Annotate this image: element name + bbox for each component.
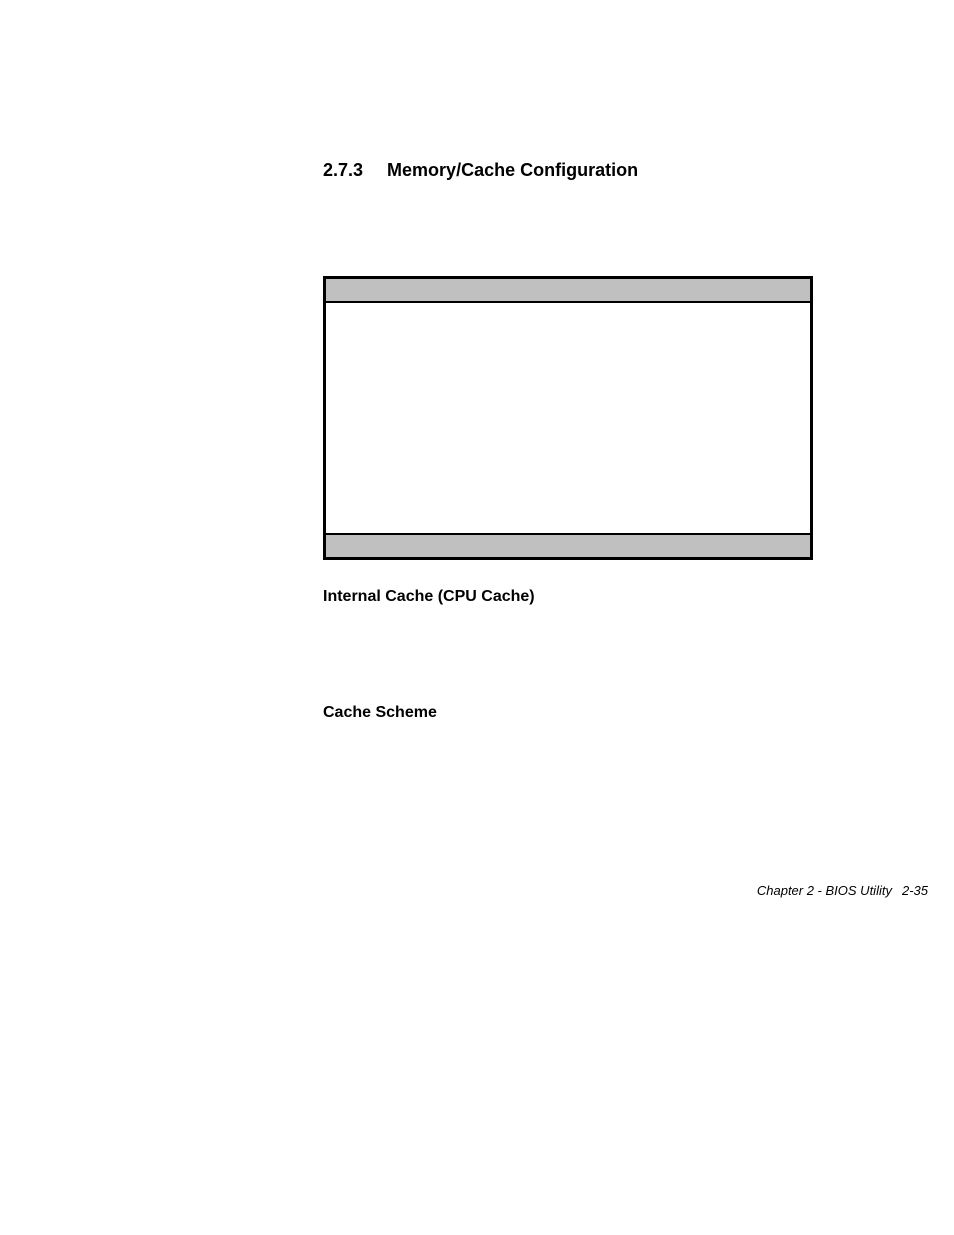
section-number: 2.7.3	[323, 160, 363, 181]
figure-container	[323, 276, 813, 560]
figure-top-bar	[326, 279, 810, 303]
subheading-internal-cache: Internal Cache (CPU Cache)	[323, 588, 813, 606]
footer-page-number: 2-35	[902, 883, 928, 898]
subheading-cache-scheme: Cache Scheme	[323, 704, 813, 722]
section-heading: 2.7.3 Memory/Cache Configuration	[323, 160, 813, 181]
figure-bottom-bar	[326, 533, 810, 557]
figure-body	[326, 303, 810, 533]
page-content: 2.7.3 Memory/Cache Configuration Internal…	[323, 160, 813, 722]
footer-chapter-label: Chapter 2 - BIOS Utility	[757, 883, 892, 898]
section-title: Memory/Cache Configuration	[387, 160, 638, 180]
page-footer: Chapter 2 - BIOS Utility 2-35	[757, 883, 928, 898]
